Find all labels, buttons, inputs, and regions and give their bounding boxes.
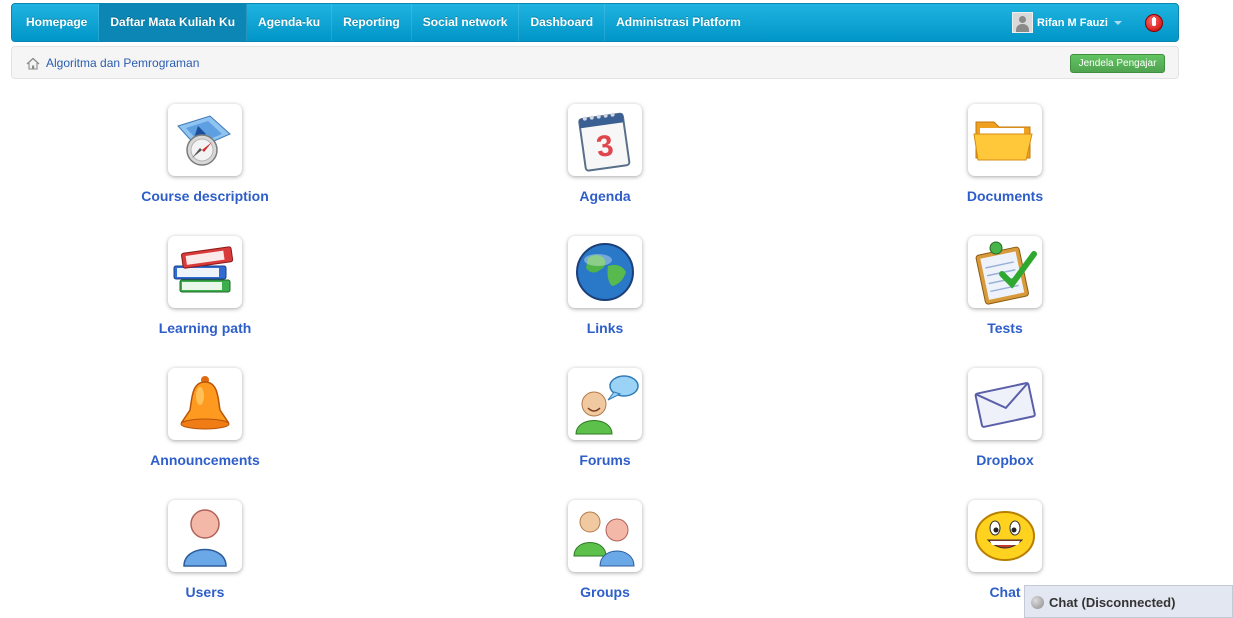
nav-my-courses[interactable]: Daftar Mata Kuliah Ku bbox=[99, 4, 248, 41]
breadcrumb-course-link[interactable]: Algoritma dan Pemrograman bbox=[46, 56, 199, 70]
calendar-icon: 3 bbox=[578, 112, 631, 172]
compass-map-icon bbox=[177, 115, 231, 166]
tool-tile[interactable] bbox=[168, 368, 242, 440]
nav-homepage[interactable]: Homepage bbox=[12, 4, 100, 41]
logout-power-icon[interactable] bbox=[1145, 14, 1163, 32]
tool-tile[interactable] bbox=[968, 368, 1042, 440]
nav-my-agenda[interactable]: Agenda-ku bbox=[247, 4, 333, 41]
tool-label[interactable]: Tests bbox=[905, 320, 1105, 336]
chat-status-bar[interactable]: Chat (Disconnected) bbox=[1024, 585, 1233, 618]
nav-dashboard[interactable]: Dashboard bbox=[519, 4, 606, 41]
bell-icon bbox=[180, 376, 230, 430]
top-navbar: Homepage Daftar Mata Kuliah Ku Agenda-ku… bbox=[11, 3, 1179, 42]
tool-label[interactable]: Learning path bbox=[105, 320, 305, 336]
nav-menu: Homepage Daftar Mata Kuliah Ku Agenda-ku… bbox=[12, 4, 752, 41]
nav-reporting[interactable]: Reporting bbox=[332, 4, 412, 41]
tool-label[interactable]: Announcements bbox=[105, 452, 305, 468]
tool-label[interactable]: Course description bbox=[105, 188, 305, 204]
tool-tile[interactable] bbox=[168, 104, 242, 176]
nav-platform-admin[interactable]: Administrasi Platform bbox=[605, 4, 752, 41]
checklist-icon bbox=[975, 241, 1037, 305]
avatar bbox=[1012, 12, 1033, 33]
chevron-down-icon bbox=[1113, 20, 1122, 25]
user-icon bbox=[183, 509, 227, 567]
tool-label[interactable]: Users bbox=[105, 584, 305, 600]
globe-icon bbox=[576, 243, 634, 301]
user-name: Rifan M Fauzi bbox=[1037, 16, 1108, 29]
folder-icon bbox=[973, 121, 1033, 161]
home-icon[interactable] bbox=[26, 57, 40, 70]
tool-label[interactable]: Groups bbox=[505, 584, 705, 600]
tool-label[interactable]: Forums bbox=[505, 452, 705, 468]
tool-label[interactable]: Links bbox=[505, 320, 705, 336]
teacher-view-button[interactable]: Jendela Pengajar bbox=[1070, 54, 1165, 73]
tool-tile[interactable] bbox=[568, 368, 642, 440]
user-menu[interactable]: Rifan M Fauzi bbox=[1012, 4, 1122, 41]
speech-person-icon bbox=[575, 375, 639, 435]
tool-label[interactable]: Documents bbox=[905, 188, 1105, 204]
smiley-icon bbox=[975, 511, 1035, 561]
tool-tile[interactable] bbox=[568, 500, 642, 572]
tool-label[interactable]: Dropbox bbox=[905, 452, 1105, 468]
tool-label[interactable]: Agenda bbox=[505, 188, 705, 204]
tool-tile[interactable] bbox=[968, 236, 1042, 308]
group-icon bbox=[573, 511, 635, 567]
tool-tile[interactable] bbox=[968, 500, 1042, 572]
tool-tile[interactable] bbox=[568, 236, 642, 308]
tool-tile[interactable]: 3 bbox=[568, 104, 642, 176]
nav-social-network[interactable]: Social network bbox=[412, 4, 520, 41]
status-dot-icon bbox=[1031, 596, 1044, 609]
tool-tile[interactable] bbox=[168, 500, 242, 572]
books-icon bbox=[173, 246, 234, 293]
breadcrumb: Algoritma dan Pemrograman Jendela Pengaj… bbox=[11, 46, 1179, 79]
envelope-icon bbox=[974, 382, 1036, 428]
chat-status-text: Chat (Disconnected) bbox=[1049, 595, 1176, 610]
tool-tile[interactable] bbox=[168, 236, 242, 308]
tool-tile[interactable] bbox=[968, 104, 1042, 176]
